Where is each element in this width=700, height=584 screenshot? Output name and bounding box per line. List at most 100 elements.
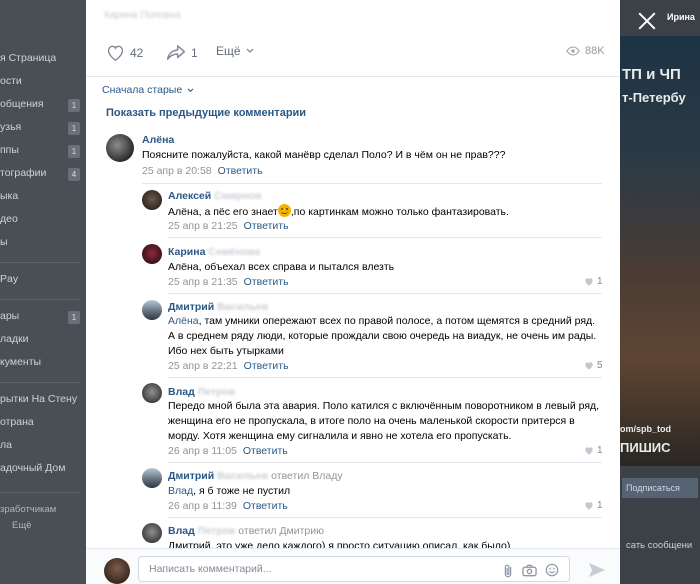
comment-date[interactable]: 26 апр в 11:39 [168,500,237,512]
camera-icon[interactable] [522,564,537,577]
likes-count: 42 [130,45,144,60]
chevron-down-icon [187,88,194,93]
background-nav-item[interactable]: адочный Дом [0,462,65,474]
comment-date[interactable]: 25 апр в 21:25 [168,220,238,232]
author-surname-blurred: Васильев [217,301,269,313]
divider [168,517,602,518]
comment-date[interactable]: 25 апр в 20:58 [142,165,212,177]
comment-text-part: Алёна, а пёс его знает [168,206,278,218]
replied-to-label[interactable]: ответил Владу [271,470,342,482]
mention-link[interactable]: Влад [168,485,193,497]
background-nav-badge: 4 [68,168,80,181]
reply-link[interactable]: Ответить [218,165,263,177]
comment-text-part: ,по картинкам можно только фантазировать… [290,206,509,218]
avatar[interactable] [142,523,162,543]
author-surname-blurred: Петров [197,386,236,398]
show-previous-comments-link[interactable]: Показать предыдущие комментарии [106,107,306,119]
author-name: Дмитрий [168,301,215,313]
divider [168,462,602,463]
comment-likes-count: 1 [597,276,603,287]
comment-like-button[interactable]: 1 [584,445,603,456]
background-send-message-link[interactable]: сать сообщени [626,540,692,551]
background-nav-item[interactable]: тографии [0,167,46,179]
avatar[interactable] [142,190,162,210]
send-icon[interactable] [588,562,606,578]
author-surname-blurred: Васильев [217,470,269,482]
background-nav-item[interactable]: узья [0,121,21,133]
like-button[interactable]: 42 [106,44,143,61]
divider [168,377,602,378]
emoji-icon[interactable] [545,563,559,577]
author-name: Влад [168,525,195,537]
background-footer-link[interactable]: Ещё [12,520,31,531]
comment-meta: 25 апр в 22:21 Ответить [168,360,289,372]
post-comments-modal: Карина Поповна 42 1 Ещё 88K Сначала стар… [86,0,620,584]
comment-author[interactable]: Алёна [142,134,174,146]
eye-icon [566,46,580,56]
background-nav-item[interactable]: ла [0,439,12,451]
comment-like-button[interactable]: 1 [584,276,603,287]
comment-author[interactable]: Дмитрий Васильев [168,301,268,313]
close-icon[interactable] [636,10,658,32]
paperclip-icon[interactable] [502,564,514,578]
background-left-nav [0,0,86,584]
background-nav-item[interactable]: отрана [0,416,34,428]
replied-to-label[interactable]: ответил Дмитрию [238,525,324,537]
background-subscribe-button[interactable]: Подписаться [622,478,698,498]
comment-date[interactable]: 25 апр в 21:35 [168,276,238,288]
comment-author[interactable]: Влад Петров [168,386,235,398]
sort-order-dropdown[interactable]: Сначала старые [102,84,194,96]
reply-link[interactable]: Ответить [243,445,288,457]
comment-likes-count: 1 [597,500,603,511]
reply-link[interactable]: Ответить [244,360,289,372]
background-nav-item[interactable]: ости [0,75,22,87]
background-nav-item[interactable]: общения [0,98,44,110]
more-label: Ещё [216,44,241,58]
cover-text-3: om/spb_tod [620,424,671,434]
comment-author[interactable]: Карина Семёнова [168,246,260,258]
background-footer-link[interactable]: зработчикам [0,504,56,515]
more-menu-button[interactable]: Ещё [216,44,254,58]
background-user-name: Ирина [667,12,695,22]
author-surname-blurred: Петров [197,525,236,537]
background-nav-item[interactable]: ыка [0,190,18,202]
share-button[interactable]: 1 [166,44,198,61]
comment-like-button[interactable]: 1 [584,500,603,511]
background-nav-item[interactable]: ары [0,310,19,322]
post-author-blurred: Карина Поповна [104,10,181,21]
reply-link[interactable]: Ответить [244,220,289,232]
background-nav-item[interactable]: ппы [0,144,19,156]
comment-text: Передо мной была эта авария. Поло катилс… [168,400,600,442]
comment-date[interactable]: 25 апр в 22:21 [168,360,238,372]
background-nav-badge: 1 [68,145,80,158]
mention-link[interactable]: Алёна [168,315,199,327]
share-icon [166,45,186,60]
author-name: Алексей [168,190,212,202]
background-nav-item[interactable]: кументы [0,356,41,368]
reply-link[interactable]: Ответить [243,500,288,512]
background-nav-item[interactable]: Pay [0,273,18,285]
avatar[interactable] [142,244,162,264]
comment-author[interactable]: Влад Петров ответил Дмитрию [168,525,324,537]
background-nav-item[interactable]: ладки [0,333,29,345]
avatar[interactable] [142,383,162,403]
comment-like-button[interactable]: 5 [584,360,603,371]
comment-author[interactable]: Дмитрий Васильев ответил Владу [168,470,343,482]
comment-text: Влад, я б тоже не пустил [168,484,598,499]
background-nav-item[interactable]: рытки На Стену [0,393,77,405]
views-counter: 88K [566,45,605,57]
sort-label: Сначала старые [102,84,183,96]
background-nav-item[interactable]: део [0,213,18,225]
author-name: Карина [168,246,206,258]
comment-meta: 26 апр в 11:05 Ответить [168,445,288,457]
divider [168,237,602,238]
comment-date[interactable]: 26 апр в 11:05 [168,445,237,457]
avatar[interactable] [142,300,162,320]
avatar[interactable] [142,468,162,488]
comment-author[interactable]: Алексей Смирнов [168,190,262,202]
author-name: Дмитрий [168,470,215,482]
reply-link[interactable]: Ответить [244,276,289,288]
avatar[interactable] [106,134,134,162]
background-nav-item[interactable]: я Страница [0,52,56,64]
background-nav-item[interactable]: ы [0,236,8,248]
